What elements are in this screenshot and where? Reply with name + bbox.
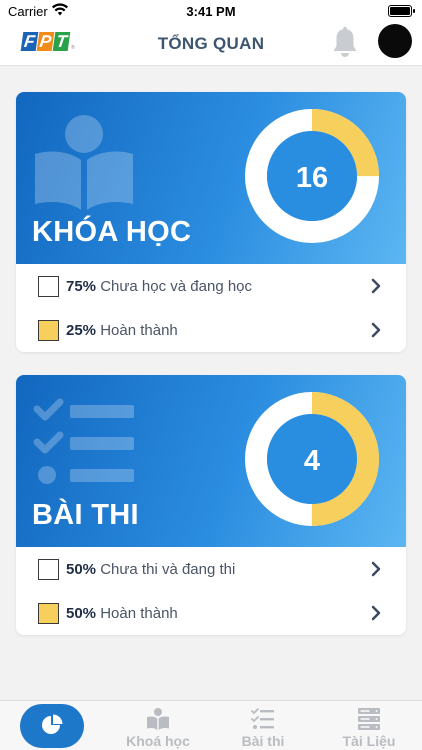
checklist-icon: [33, 398, 134, 484]
row-percent: 25%: [66, 322, 97, 339]
exams-donut-chart: 4: [245, 392, 379, 526]
row-label: 75% Chưa học và đang học: [66, 278, 252, 295]
completed-legend-box: [38, 603, 59, 624]
status-bar: Carrier 3:41 PM: [0, 0, 422, 22]
row-percent: 50%: [66, 561, 97, 578]
tab-documents[interactable]: Tài Liệu: [324, 701, 414, 750]
tab-bar: Khoá học Bài thi Tài Liệu: [0, 700, 422, 750]
exams-in-progress-row[interactable]: 50% Chưa thi và đang thi: [16, 547, 406, 591]
row-label: 50% Chưa thi và đang thi: [66, 561, 235, 578]
chevron-right-icon: [371, 561, 381, 577]
row-text: Hoàn thành: [100, 322, 178, 339]
row-text: Chưa thi và đang thi: [100, 561, 236, 578]
tab-overview[interactable]: [20, 701, 86, 750]
courses-card: KHÓA HỌC 16 75% Chưa học và đang học 25%…: [16, 92, 406, 352]
bell-icon[interactable]: [330, 26, 360, 60]
courses-completed-row[interactable]: 25% Hoàn thành: [16, 308, 406, 352]
tab-label: Khoá học: [126, 733, 190, 749]
server-icon: [358, 708, 380, 730]
battery-icon: [388, 5, 415, 17]
book-reader-icon: [35, 115, 133, 210]
exams-banner[interactable]: BÀI THI 4: [16, 375, 406, 547]
row-text: Chưa học và đang học: [100, 278, 253, 295]
completed-legend-box: [38, 320, 59, 341]
row-percent: 75%: [66, 278, 97, 295]
courses-donut-chart: 16: [245, 109, 379, 243]
exams-card: BÀI THI 4 50% Chưa thi và đang thi 50% H…: [16, 375, 406, 635]
tab-exams[interactable]: Bài thi: [218, 701, 308, 750]
exams-completed-row[interactable]: 50% Hoàn thành: [16, 591, 406, 635]
in-progress-legend-box: [38, 276, 59, 297]
chevron-right-icon: [371, 278, 381, 294]
tab-label: Bài thi: [241, 733, 285, 749]
book-reader-icon: [147, 708, 169, 730]
row-percent: 50%: [66, 605, 97, 622]
in-progress-legend-box: [38, 559, 59, 580]
checklist-icon: [251, 708, 274, 729]
exams-total: 4: [304, 445, 320, 477]
row-label: 25% Hoàn thành: [66, 322, 178, 339]
chevron-right-icon: [371, 605, 381, 621]
chevron-right-icon: [371, 322, 381, 338]
tab-label: Tài Liệu: [342, 733, 396, 749]
tab-courses[interactable]: Khoá học: [113, 701, 203, 750]
courses-label: KHÓA HỌC: [32, 216, 192, 248]
exams-label: BÀI THI: [32, 499, 139, 531]
courses-in-progress-row[interactable]: 75% Chưa học và đang học: [16, 264, 406, 308]
row-label: 50% Hoàn thành: [66, 605, 178, 622]
pie-chart-icon: [42, 714, 63, 734]
row-text: Hoàn thành: [100, 605, 178, 622]
courses-banner[interactable]: KHÓA HỌC 16: [16, 92, 406, 264]
avatar[interactable]: [378, 24, 412, 58]
courses-total: 16: [296, 162, 328, 194]
clock: 3:41 PM: [186, 4, 236, 19]
app-header: F P T ® TỔNG QUAN: [0, 22, 422, 66]
